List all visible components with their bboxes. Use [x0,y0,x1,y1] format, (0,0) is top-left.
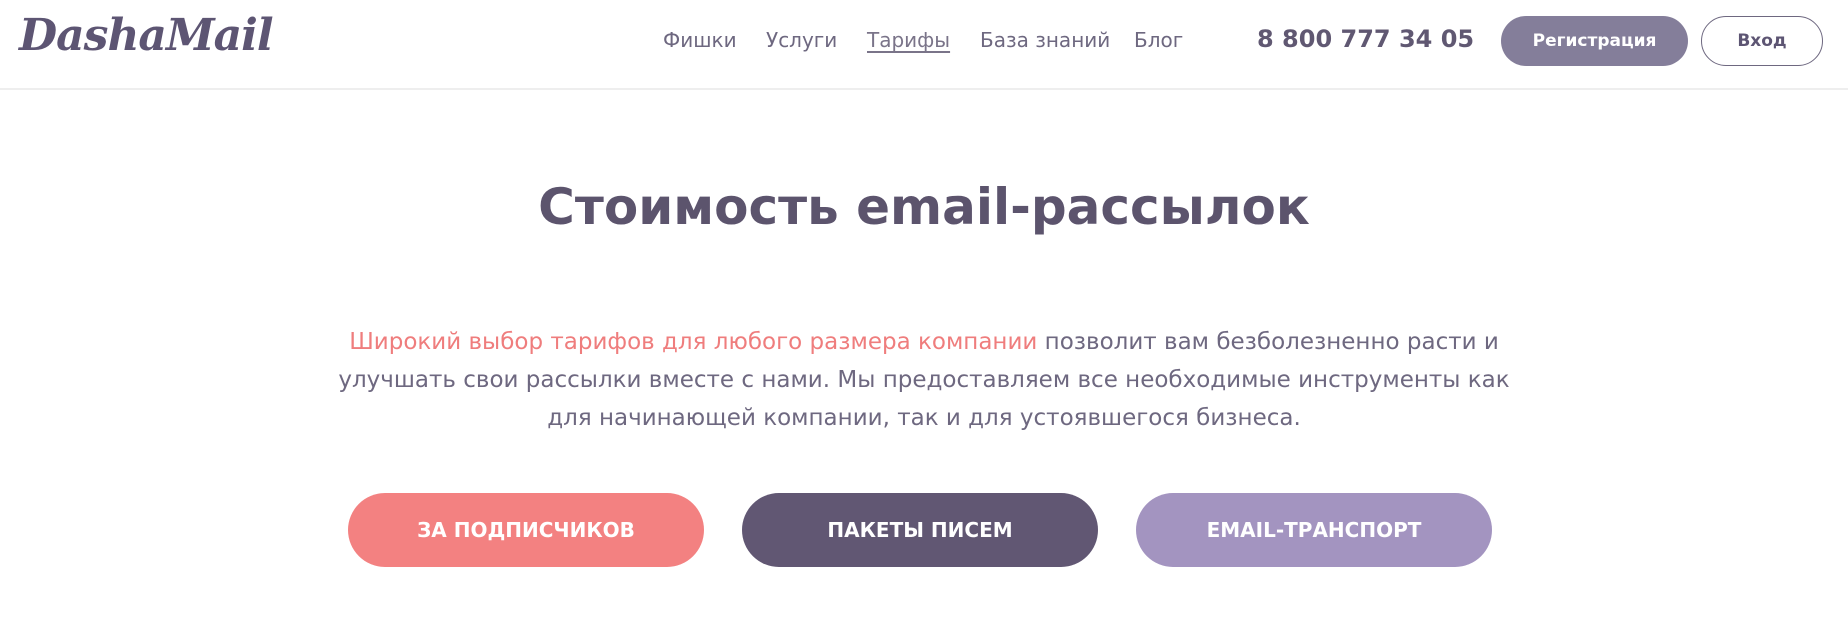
intro-paragraph: Широкий выбор тарифов для любого размера… [320,323,1528,437]
tab-email-transport[interactable]: EMAIL-ТРАНСПОРТ [1136,493,1492,567]
nav-item-services[interactable]: Услуги [766,28,837,52]
register-button[interactable]: Регистрация [1501,16,1688,66]
nav-item-pricing[interactable]: Тарифы [867,28,950,52]
pricing-tabs: ЗА ПОДПИСЧИКОВ ПАКЕТЫ ПИСЕМ EMAIL-ТРАНСП… [0,493,1848,567]
tab-per-subscribers[interactable]: ЗА ПОДПИСЧИКОВ [348,493,704,567]
nav-item-blog[interactable]: Блог [1134,28,1183,52]
tab-email-packages[interactable]: ПАКЕТЫ ПИСЕМ [742,493,1098,567]
page-title: Стоимость email-рассылок [538,178,1310,236]
site-header: DashaMail Фишки Услуги Тарифы База знани… [0,0,1848,90]
intro-accent-text: Широкий выбор тарифов для любого размера… [349,329,1038,355]
dashamail-logo[interactable]: DashaMail [19,10,274,61]
nav-item-features[interactable]: Фишки [663,28,737,52]
nav-item-knowledge-base[interactable]: База знаний [980,28,1110,52]
login-button[interactable]: Вход [1701,16,1823,66]
phone-number[interactable]: 8 800 777 34 05 [1257,25,1474,53]
